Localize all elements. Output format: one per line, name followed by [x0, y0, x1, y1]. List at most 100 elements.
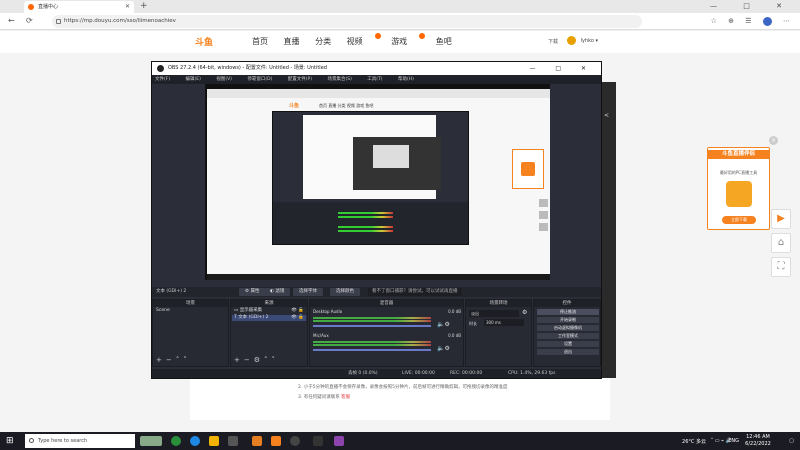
menu-tools[interactable]: 工具(T) — [367, 77, 382, 82]
close-icon[interactable]: ✕ — [776, 2, 794, 10]
nav-category[interactable]: 分类 — [315, 37, 331, 46]
notification-icon[interactable]: ▢ — [789, 438, 794, 444]
nav-live[interactable]: 直播 — [284, 37, 300, 46]
scene-item[interactable]: Scene — [154, 308, 227, 314]
add-icon[interactable]: + — [156, 356, 162, 364]
browser-tab[interactable]: 直播中心 ✕ — [24, 1, 134, 13]
windows-start-icon[interactable]: ⊞ — [6, 436, 14, 446]
address-bar[interactable]: https://mp.douyu.com/sso/liimenoachiev — [52, 15, 642, 28]
visibility-lock-icons[interactable]: 👁 🔓 — [291, 308, 304, 314]
maximize-icon[interactable]: □ — [743, 2, 762, 10]
source-item-selected[interactable]: T 文本 (GDI+) 2 👁 🔓 — [232, 315, 306, 321]
app-icon[interactable] — [334, 436, 344, 446]
nested-preview — [303, 115, 441, 199]
edge-icon[interactable] — [190, 436, 200, 446]
collections-icon[interactable]: ☰ — [745, 17, 751, 25]
profile-avatar[interactable] — [762, 16, 772, 26]
download-link[interactable]: 下载 — [548, 38, 558, 45]
filters-button[interactable]: ◐ 滤镜 — [264, 288, 291, 296]
menu-edit[interactable]: 编辑(E) — [186, 77, 201, 82]
transition-select[interactable]: 淡出 — [469, 310, 519, 317]
minimize-icon[interactable]: — — [710, 2, 729, 10]
move-down-icon[interactable]: ˅ — [183, 356, 187, 364]
spotify-icon[interactable] — [171, 436, 181, 446]
extensions-icon[interactable]: ⊕ — [728, 17, 734, 25]
settings-button[interactable]: 设置 — [537, 341, 599, 347]
clock[interactable]: 12:46 AM 6/22/2022 — [736, 434, 780, 448]
new-tab-button[interactable]: + — [140, 0, 148, 12]
start-recording-button[interactable]: 开始录制 — [537, 317, 599, 323]
remove-icon[interactable]: − — [244, 356, 250, 364]
nested-meter — [338, 226, 393, 228]
user-menu[interactable]: lyhko ▾ — [567, 36, 598, 45]
app-icon[interactable] — [313, 436, 323, 446]
move-down-icon[interactable]: ˅ — [272, 356, 276, 364]
obs-preview[interactable]: 斗鱼 首页 直播 分类 视频 游戏 鱼吧 — [205, 84, 550, 280]
menu-view[interactable]: 视图(V) — [216, 77, 232, 82]
side-ad[interactable]: 斗鱼直播伴侣 最好用的PC直播工具 立即下载 — [707, 147, 770, 230]
minimize-icon[interactable]: — — [529, 65, 544, 72]
speaker-icon[interactable]: 🔈⚙ — [437, 345, 450, 352]
window-controls[interactable]: — □ ✕ — [710, 0, 794, 12]
weather-widget[interactable]: 26°C 多云 — [682, 438, 706, 445]
duration-input[interactable]: 300 ms — [484, 319, 524, 326]
move-up-icon[interactable]: ˄ — [176, 356, 180, 364]
nav-badge — [419, 33, 426, 39]
obs-window-controls[interactable]: — □ ✕ — [529, 62, 595, 75]
obs-window[interactable]: OBS 27.2.4 (64-bit, windows) - 配置文件: Unt… — [151, 61, 602, 379]
select-font-button[interactable]: 选择字体 — [293, 288, 323, 296]
obs-title: OBS 27.2.4 (64-bit, windows) - 配置文件: Unt… — [168, 65, 327, 71]
favorite-icon[interactable]: ☆ — [711, 17, 717, 25]
track-meter — [313, 317, 431, 319]
menu-help[interactable]: 帮助(H) — [398, 77, 414, 82]
studio-mode-button[interactable]: 工作室模式 — [537, 333, 599, 339]
play-icon[interactable]: ▶ — [771, 209, 791, 229]
nav-home[interactable]: 首页 — [252, 37, 268, 46]
nav-game[interactable]: 游戏 — [391, 33, 426, 46]
menu-scene-collection[interactable]: 场景集合(S) — [327, 77, 351, 82]
taskbar-search[interactable]: Type here to search — [25, 434, 135, 448]
nav-video[interactable]: 视频 — [347, 33, 381, 46]
menu-docks[interactable]: 停靠窗口(D) — [247, 77, 272, 82]
share-icon[interactable]: < — [604, 112, 609, 119]
lock-icon — [56, 19, 61, 24]
stop-streaming-button[interactable]: 停止推流 — [537, 309, 599, 315]
refresh-icon[interactable]: ⟳ — [26, 15, 33, 27]
obs-app-icon[interactable] — [290, 436, 300, 446]
ad-close-button[interactable]: × — [769, 136, 778, 145]
menu-file[interactable]: 文件(F) — [155, 77, 170, 82]
douyu-logo[interactable]: 斗鱼 — [195, 35, 225, 50]
visibility-lock-icons[interactable]: 👁 🔓 — [291, 315, 304, 321]
exit-button[interactable]: 退出 — [537, 349, 599, 355]
file-explorer-icon[interactable] — [209, 436, 219, 446]
store-icon[interactable] — [228, 436, 238, 446]
back-icon[interactable]: ← — [8, 15, 15, 27]
gear-icon[interactable]: ⚙ — [522, 309, 527, 316]
maximize-icon[interactable]: □ — [555, 65, 570, 72]
ad-download-button[interactable]: 立即下载 — [722, 216, 756, 224]
add-icon[interactable]: + — [234, 356, 240, 364]
widgets-icon[interactable] — [140, 436, 162, 446]
properties-button[interactable]: ⚙ 属性 — [239, 288, 266, 296]
close-icon[interactable]: ✕ — [581, 65, 595, 72]
home-icon[interactable]: ⌂ — [771, 233, 791, 253]
douyu-app-icon[interactable] — [271, 436, 281, 446]
gear-icon[interactable]: ⚙ — [254, 356, 260, 364]
remove-icon[interactable]: − — [166, 356, 172, 364]
nav-fishbar[interactable]: 鱼吧 — [436, 37, 452, 46]
volume-slider[interactable] — [313, 349, 431, 351]
scenes-dock: 场景 Scene + − ˄ ˅ — [152, 299, 229, 367]
fullscreen-icon[interactable]: ⛶ — [771, 257, 791, 277]
menu-profile[interactable]: 配置文件(P) — [288, 77, 312, 82]
move-up-icon[interactable]: ˄ — [264, 356, 268, 364]
speaker-icon[interactable]: 🔈⚙ — [437, 321, 450, 328]
select-color-button[interactable]: 选择颜色 — [330, 288, 360, 296]
contact-link[interactable]: 客服 — [341, 395, 350, 400]
preview-browser-bar — [207, 89, 550, 98]
more-icon[interactable]: ⋯ — [783, 17, 790, 25]
volume-slider[interactable] — [313, 325, 431, 327]
source-item[interactable]: ▭ 显示器采集 👁 🔓 — [232, 308, 306, 314]
app-icon[interactable] — [252, 436, 262, 446]
close-tab-icon[interactable]: ✕ — [125, 1, 130, 13]
virtual-camera-button[interactable]: 启动虚拟摄像机 — [537, 325, 599, 331]
